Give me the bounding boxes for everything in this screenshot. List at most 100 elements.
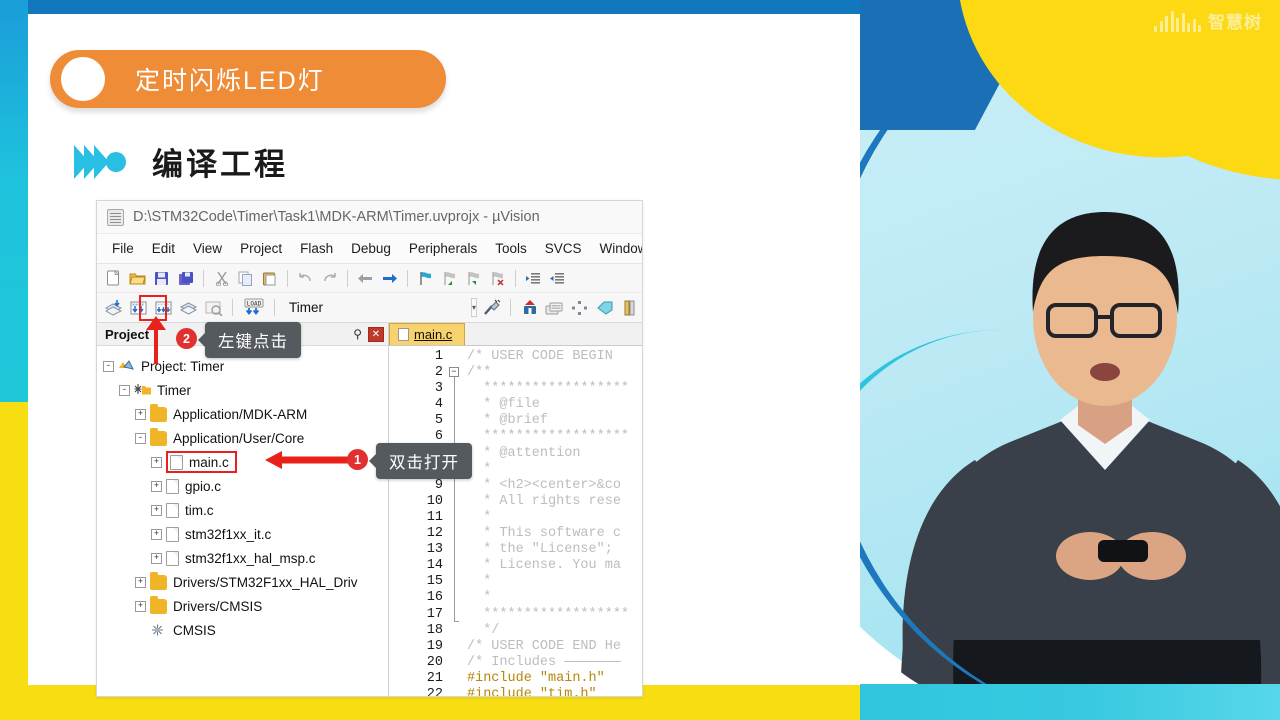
tree-node-label: CMSIS [173, 622, 216, 638]
left-cyan-bar [0, 0, 28, 402]
windows-icon[interactable] [569, 297, 590, 318]
menu-item-debug[interactable]: Debug [342, 238, 400, 259]
open-folder-icon[interactable] [127, 268, 148, 289]
tree-node-cmsis[interactable]: CMSIS [103, 618, 388, 642]
tree-expander-icon[interactable]: - [119, 384, 130, 396]
code-line: ****************** [467, 429, 630, 445]
tree-expander-icon[interactable]: + [151, 528, 162, 540]
tree-node-label: tim.c [185, 502, 214, 518]
bookmark-next-icon[interactable] [463, 268, 484, 289]
line-number: 1 [434, 349, 443, 364]
download-icon[interactable]: LOAD [241, 297, 266, 318]
soundwave-bar [1176, 18, 1179, 32]
target-options-icon[interactable] [481, 297, 502, 318]
code-line: ****************** [467, 606, 630, 622]
save-all-icon[interactable] [175, 268, 196, 289]
tree-node-stm32f1xx-it-c[interactable]: + stm32f1xx_it.c [103, 522, 388, 546]
tree-expander-icon[interactable]: + [151, 504, 162, 516]
menu-item-svcs[interactable]: SVCS [536, 238, 591, 259]
stop-build-icon[interactable] [203, 297, 224, 318]
tree-expander-icon[interactable]: + [135, 576, 146, 588]
line-number: 3 [434, 381, 443, 397]
code-line: /* USER CODE BEGIN [467, 349, 621, 364]
tree-node-timer[interactable]: - Timer [103, 378, 388, 402]
menu-bar: File Edit View Project Flash Debug Peripherals… [97, 234, 642, 264]
build-toolbar: LOAD Timer ▾ [97, 293, 642, 323]
tree-node-drivers-cmsis[interactable]: + Drivers/CMSIS [103, 594, 388, 618]
menu-item-project[interactable]: Project [231, 238, 291, 259]
target-selector[interactable]: Timer [289, 300, 461, 315]
configuration-icon[interactable] [594, 297, 615, 318]
menu-item-file[interactable]: File [103, 238, 143, 259]
menu-item-view[interactable]: View [184, 238, 231, 259]
c-file-icon [166, 478, 179, 494]
redo-icon[interactable] [319, 268, 340, 289]
navigate-forward-icon[interactable] [379, 268, 400, 289]
tree-node-drivers-stm32f1xx-hal-driv[interactable]: + Drivers/STM32F1xx_HAL_Driv [103, 570, 388, 594]
tree-expander-icon[interactable]: + [135, 408, 146, 420]
tab-main-c[interactable]: main.c [389, 323, 466, 345]
tree-expander-icon[interactable]: + [151, 552, 162, 564]
menu-item-window[interactable]: Window [590, 238, 642, 259]
code-line: */ [467, 622, 500, 638]
batch-build-icon[interactable] [178, 297, 199, 318]
tree-node-gpio-c[interactable]: + gpio.c [103, 474, 388, 498]
line-number: 5 [434, 413, 443, 429]
manage-run-time-icon[interactable] [519, 297, 540, 318]
code-editor[interactable]: 12345678910111213141516171819202122 − /*… [389, 346, 642, 696]
line-number: 19 [426, 638, 443, 654]
project-icon [118, 359, 135, 374]
line-number: 9 [434, 477, 443, 493]
bookmark-toggle-icon[interactable] [415, 268, 436, 289]
c-file-icon [166, 550, 179, 566]
navigate-back-icon[interactable] [355, 268, 376, 289]
outdent-icon[interactable] [547, 268, 568, 289]
chevron-down-icon[interactable]: ▾ [471, 298, 478, 317]
tree-expander-icon[interactable]: + [151, 480, 162, 492]
tree-expander-icon[interactable]: + [151, 456, 162, 468]
undo-icon[interactable] [295, 268, 316, 289]
section-title: 编译工程 [152, 147, 288, 182]
translate-icon[interactable] [103, 297, 124, 318]
file-toolbar [97, 264, 642, 293]
menu-item-peripherals[interactable]: Peripherals [400, 238, 486, 259]
tree-node-content: Drivers/CMSIS [150, 595, 262, 614]
soundwave-bar [1165, 16, 1168, 32]
bookmark-prev-icon[interactable] [439, 268, 460, 289]
bookmark-clear-icon[interactable] [487, 268, 508, 289]
cut-icon[interactable] [211, 268, 232, 289]
close-icon[interactable]: ✕ [368, 326, 384, 342]
save-icon[interactable] [151, 268, 172, 289]
package-installer-icon[interactable] [544, 297, 565, 318]
tree-expander-icon[interactable]: + [135, 600, 146, 612]
tree-node-stm32f1xx-hal-msp-c[interactable]: + stm32f1xx_hal_msp.c [103, 546, 388, 570]
paste-icon[interactable] [259, 268, 280, 289]
brand-logo: 智慧树 [1154, 10, 1262, 32]
code-line: * the "License"; [467, 542, 621, 558]
indent-icon[interactable] [523, 268, 544, 289]
tree-node-tim-c[interactable]: + tim.c [103, 498, 388, 522]
keil-uvision-window: D:\STM32Code\Timer\Task1\MDK-ARM\Timer.u… [96, 200, 643, 697]
annotation-badge-2: 2 [176, 328, 197, 349]
menu-item-edit[interactable]: Edit [143, 238, 184, 259]
menu-item-flash[interactable]: Flash [291, 238, 342, 259]
tree-expander-icon[interactable]: - [103, 360, 114, 372]
tree-node-application-user-core[interactable]: - Application/User/Core [103, 426, 388, 450]
tree-expander-icon[interactable]: - [135, 432, 146, 444]
books-icon[interactable] [619, 297, 640, 318]
cmsis-icon [150, 623, 167, 638]
tree-node-label: Application/MDK-ARM [173, 406, 308, 422]
pin-icon[interactable]: ⚲ [347, 327, 368, 341]
slide-stage: 智慧树 定时闪烁LED灯 编译工程 D:\STM32Code\Timer\Tas… [0, 0, 1280, 720]
code-text[interactable]: /* USER CODE BEGIN /** *****************… [463, 346, 642, 696]
fold-collapse-icon[interactable]: − [449, 367, 459, 377]
line-number: 22 [426, 686, 443, 696]
copy-icon[interactable] [235, 268, 256, 289]
new-file-icon[interactable] [103, 268, 124, 289]
tree-node-content: Timer [134, 383, 191, 398]
window-title: D:\STM32Code\Timer\Task1\MDK-ARM\Timer.u… [133, 209, 540, 225]
tree-node-application-mdk-arm[interactable]: + Application/MDK-ARM [103, 402, 388, 426]
fold-column[interactable]: − [447, 346, 463, 696]
code-line: * @brief [467, 413, 549, 429]
menu-item-tools[interactable]: Tools [486, 238, 536, 259]
